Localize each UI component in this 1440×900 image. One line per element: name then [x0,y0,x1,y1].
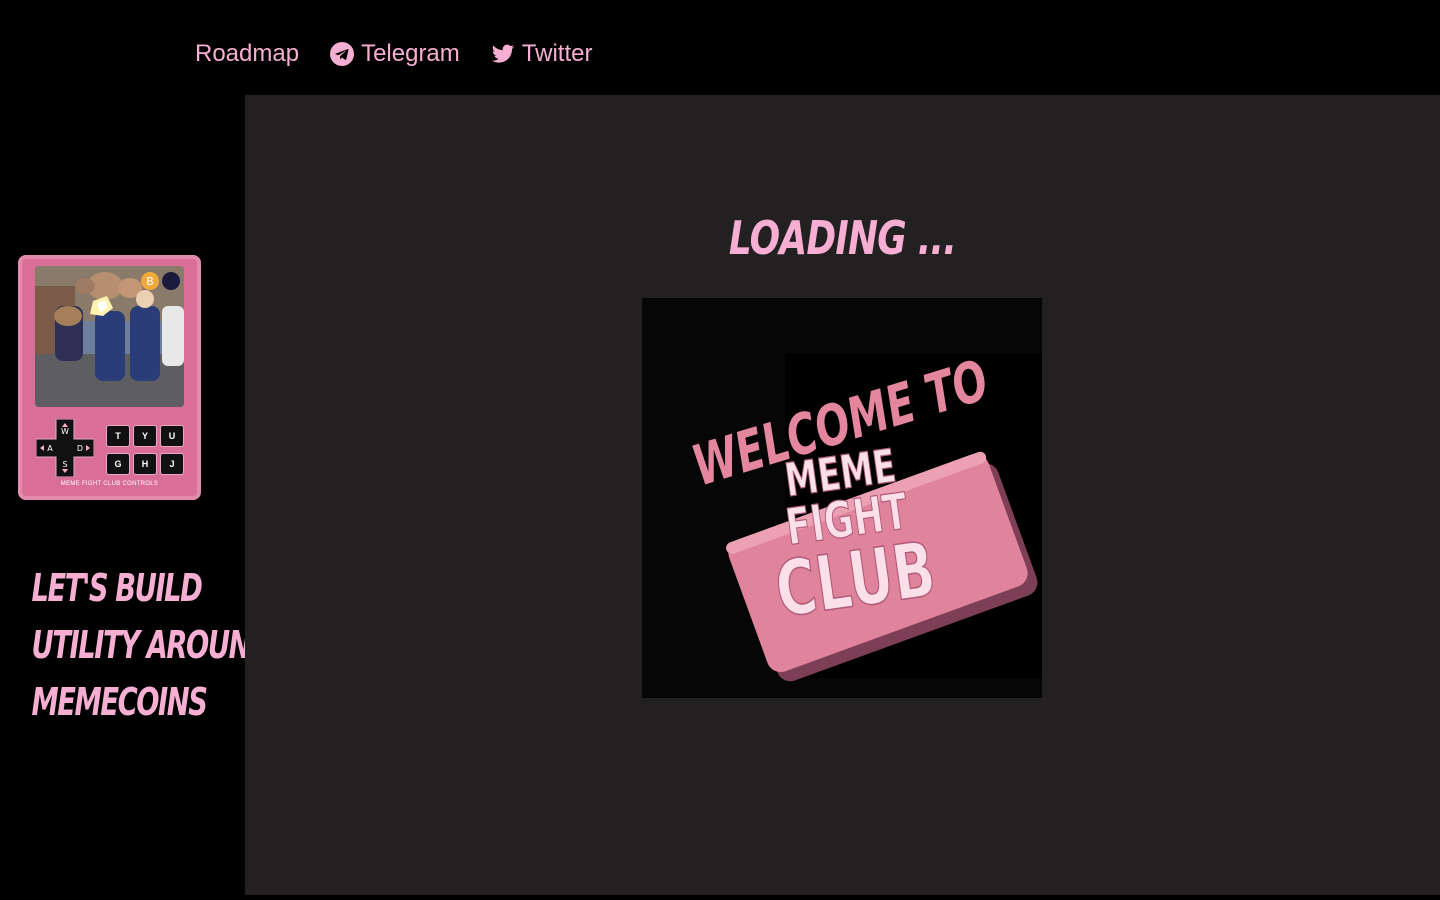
dpad-control: W A S D [35,418,95,478]
dpad-key-a: A [47,444,53,453]
key-u: U [160,425,184,447]
action-keys: T Y U G H J [106,425,184,475]
controls-caption: MEME FIGHT CLUB CONTROLS [60,481,159,487]
key-j: J [160,453,184,475]
tagline-line-1: LET'S BUILD [31,566,203,610]
twitter-icon [491,42,515,66]
nav-roadmap-link[interactable]: Roadmap [195,40,299,68]
key-g: G [106,453,130,475]
dpad-key-d: D [77,444,83,453]
nav-telegram-link[interactable]: Telegram [330,40,460,68]
tagline-line-2: UTILITY AROUND [31,623,273,667]
game-screenshot: B [35,266,184,407]
main-panel: LOADING ... WELCOME TO MEME FIGHT CLUB [245,95,1440,895]
tagline: LET'S BUILD UTILITY AROUND MEMECOINS [0,560,273,731]
nav-twitter-label: Twitter [521,40,593,67]
loading-heading: LOADING ... [728,211,957,265]
svg-text:B: B [146,275,154,288]
top-nav: Roadmap Telegram Twitter [195,36,623,72]
telegram-icon [330,42,355,66]
dpad-key-w: W [61,427,69,436]
nav-twitter-link[interactable]: Twitter [491,40,593,68]
controls-device-image: B W A S D T Y U G H J MEME FIGHT CLUB CO… [18,255,201,500]
key-y: Y [133,425,157,447]
key-h: H [133,453,157,475]
tagline-line-3: MEMECOINS [31,680,208,724]
nav-telegram-label: Telegram [361,40,460,67]
nav-roadmap-label: Roadmap [195,40,300,67]
dpad-key-s: S [62,460,67,469]
welcome-video[interactable]: WELCOME TO MEME FIGHT CLUB [642,298,1042,698]
key-t: T [106,425,130,447]
